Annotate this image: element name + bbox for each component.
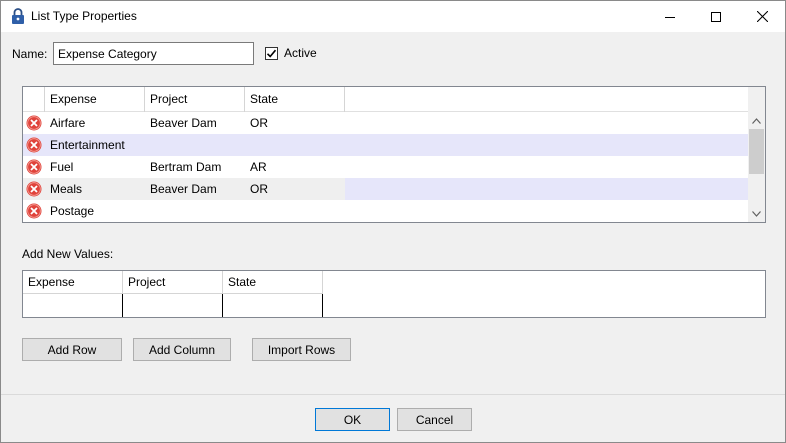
checkmark-icon [266,49,277,58]
chevron-down-icon [752,210,761,217]
table-row[interactable]: Meals Beaver Dam OR [23,178,748,200]
name-input[interactable] [53,42,254,65]
new-cell-expense[interactable] [23,294,123,317]
vertical-scrollbar[interactable] [748,87,765,222]
minimize-icon [665,16,675,18]
new-cell-state[interactable] [223,294,323,317]
table-row[interactable]: Postage [23,200,748,222]
add-column-button[interactable]: Add Column [133,338,231,361]
grid-body: Airfare Beaver Dam OR Entertainment Fuel… [23,112,748,222]
new-cell-project[interactable] [123,294,223,317]
dialog-footer: OK Cancel [1,394,785,442]
cell-expense[interactable]: Airfare [45,112,85,134]
cell-state[interactable] [245,200,250,222]
column-header-expense[interactable]: Expense [45,87,145,112]
column-header-state[interactable]: State [245,87,345,112]
cell-project[interactable]: Bertram Dam [145,156,221,178]
cell-expense[interactable]: Postage [45,200,94,222]
delete-row-icon[interactable] [26,115,42,131]
cell-expense[interactable]: Fuel [45,156,73,178]
active-checkbox[interactable] [265,46,278,60]
cell-state[interactable] [245,134,250,156]
delete-row-icon[interactable] [26,137,42,153]
import-rows-button[interactable]: Import Rows [252,338,351,361]
ok-button[interactable]: OK [315,408,390,431]
cell-expense[interactable]: Meals [45,178,82,200]
chevron-up-icon [752,117,761,124]
row-selection-highlight [345,178,748,200]
cell-expense[interactable]: Entertainment [45,134,125,156]
table-row[interactable]: Airfare Beaver Dam OR [23,112,748,134]
new-column-header-state[interactable]: State [223,271,323,294]
scroll-up-button[interactable] [748,112,765,129]
window-title: List Type Properties [31,9,137,23]
cell-state[interactable]: OR [245,178,268,200]
header-row-selector [23,87,45,112]
minimize-button[interactable] [647,1,693,32]
cell-project[interactable] [145,200,150,222]
new-column-header-expense[interactable]: Expense [23,271,123,294]
cell-project[interactable]: Beaver Dam [145,112,217,134]
new-values-grid[interactable]: Expense Project State [22,270,766,318]
cell-state[interactable]: OR [245,112,268,134]
cell-project[interactable] [145,134,150,156]
add-new-values-label: Add New Values: [22,247,114,261]
dialog-window: List Type Properties Name: Active Expens… [0,0,786,443]
delete-row-icon[interactable] [26,159,42,175]
close-button[interactable] [739,1,785,32]
cell-state[interactable]: AR [245,156,267,178]
table-row[interactable]: Fuel Bertram Dam AR [23,156,748,178]
cell-project[interactable]: Beaver Dam [145,178,217,200]
delete-row-icon[interactable] [26,181,42,197]
maximize-button[interactable] [693,1,739,32]
maximize-icon [711,11,721,22]
delete-row-icon[interactable] [26,203,42,219]
scroll-down-button[interactable] [748,205,765,222]
active-checkbox-group[interactable]: Active [265,46,317,60]
active-label: Active [284,46,317,60]
grid-header: Expense Project State [23,87,748,112]
values-grid[interactable]: Expense Project State Airfare Beaver Dam… [22,86,766,223]
add-row-button[interactable]: Add Row [22,338,122,361]
close-icon [756,11,768,22]
padlock-icon [12,8,24,24]
title-bar[interactable]: List Type Properties [1,1,785,32]
name-label: Name: [12,47,48,61]
scroll-thumb[interactable] [749,129,764,174]
column-header-project[interactable]: Project [145,87,245,112]
new-column-header-project[interactable]: Project [123,271,223,294]
cancel-button[interactable]: Cancel [397,408,472,431]
table-row[interactable]: Entertainment [23,134,748,156]
